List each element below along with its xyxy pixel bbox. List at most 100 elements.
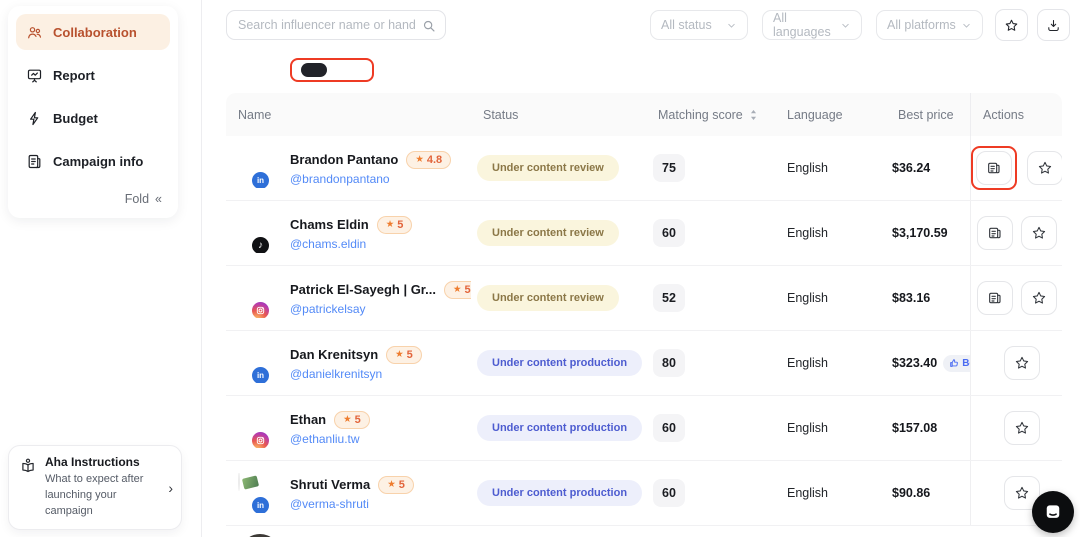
thumbs-up-icon (949, 358, 959, 368)
influencer-handle[interactable]: @danielkrenitsyn (290, 367, 422, 381)
sidebar-item-collaboration[interactable]: Collaboration (16, 14, 170, 50)
actions-cell (970, 201, 1062, 265)
influencer-name: Patrick El-Sayegh | Gr... (290, 282, 436, 297)
linkedin-badge-icon: in (250, 495, 271, 513)
favorite-button[interactable] (1021, 281, 1057, 315)
actions-cell (970, 331, 1062, 395)
content-review-button[interactable] (977, 281, 1013, 315)
column-header-language: Language (775, 108, 886, 122)
filter-dropdown[interactable]: All languages (762, 10, 862, 40)
chat-icon (1043, 502, 1063, 522)
content-review-button[interactable] (976, 151, 1012, 185)
influencer-handle[interactable]: @patrickelsay (290, 302, 471, 316)
rating-value: 5 (397, 219, 403, 231)
star-icon (1037, 160, 1053, 176)
fold-button[interactable]: Fold « (16, 186, 170, 210)
favorite-button[interactable] (1021, 216, 1057, 250)
influencer-name: Dan Krenitsyn (290, 347, 378, 362)
filter-dropdown[interactable]: All status (650, 10, 748, 40)
rating-badge: ★ 5 (334, 411, 370, 429)
tiktok-badge-icon: ♪ (250, 235, 271, 253)
status-badge: Under content production (477, 350, 642, 376)
influencer-name: Ethan (290, 412, 326, 427)
star-icon: ★ (453, 284, 462, 295)
status-badge: Under content production (477, 480, 642, 506)
status-badge: Under content production (477, 415, 642, 441)
tab[interactable] (301, 63, 327, 77)
people-icon (26, 24, 43, 41)
favorite-button[interactable] (1004, 346, 1040, 380)
instagram-badge-icon (250, 430, 271, 448)
influencer-handle[interactable]: @verma-shruti (290, 497, 414, 511)
sidebar-menu: Collaboration Report Budget (8, 6, 178, 218)
table-row: Ethan ★ 5 @ethanliu.tw Under content pro… (226, 396, 1062, 461)
star-icon: ★ (415, 154, 424, 165)
sidebar: Collaboration Report Budget (0, 0, 202, 537)
avatar (238, 473, 240, 491)
matching-score: 80 (653, 349, 685, 377)
actions-cell (970, 266, 1062, 330)
annotation-box-action (971, 146, 1017, 190)
aha-instructions-card[interactable]: Aha Instructions What to expect after la… (8, 445, 182, 530)
favorites-filter-button[interactable] (995, 9, 1028, 41)
tabs-row (238, 52, 390, 88)
content-review-button[interactable] (977, 216, 1013, 250)
table-row-partial (226, 526, 1062, 537)
rating-value: 5 (399, 479, 405, 491)
influencer-handle[interactable]: @chams.eldin (290, 237, 412, 251)
best-price-badge-label: Be (962, 358, 970, 369)
chevron-down-icon (840, 20, 851, 31)
language-value: English (775, 161, 886, 175)
status-badge: Under content review (477, 285, 619, 311)
matching-score: 52 (653, 284, 685, 312)
name-cell: in Dan Krenitsyn ★ 5 @danielkrenitsyn (226, 343, 471, 383)
table-row: in Shruti Verma ★ 5 @verma-shruti Under … (226, 461, 1062, 526)
table-body: in Brandon Pantano ★ 4.8 @brandonpantano… (226, 136, 1062, 526)
influencer-table: Name Status Matching score Language Best… (226, 93, 1062, 537)
sort-icon[interactable] (749, 109, 758, 121)
best-price-value: $36.24 (892, 161, 930, 175)
matching-score: 60 (653, 219, 685, 247)
search-box (226, 10, 446, 40)
influencer-handle[interactable]: @ethanliu.tw (290, 432, 370, 446)
star-icon (1014, 420, 1030, 436)
language-value: English (775, 421, 886, 435)
influencer-name: Brandon Pantano (290, 152, 398, 167)
sidebar-item-report[interactable]: Report (16, 57, 170, 93)
column-header-status: Status (471, 108, 646, 122)
status-badge: Under content review (477, 220, 619, 246)
rating-badge: ★ 5 (377, 216, 413, 234)
chat-widget-button[interactable] (1032, 491, 1074, 533)
search-input[interactable] (227, 11, 445, 39)
table-header: Name Status Matching score Language Best… (226, 93, 1062, 136)
star-icon (1014, 485, 1030, 501)
matching-score: 75 (653, 154, 685, 182)
name-cell: Patrick El-Sayegh | Gr... ★ 5 @patrickel… (226, 278, 471, 318)
name-cell: ♪ Chams Eldin ★ 5 @chams.eldin (226, 213, 471, 253)
export-button[interactable] (1037, 9, 1070, 41)
sidebar-menu-items: Collaboration Report Budget (16, 14, 170, 179)
best-price-value: $3,170.59 (892, 226, 948, 240)
chevron-down-icon (961, 20, 972, 31)
chevron-right-icon: › (168, 480, 173, 496)
filter-group: All status All languages All platforms (650, 10, 983, 40)
actions-cell (970, 396, 1062, 460)
table-row: in Dan Krenitsyn ★ 5 @danielkrenitsyn Un… (226, 331, 1062, 396)
fold-chevrons-icon: « (155, 192, 162, 206)
influencer-handle[interactable]: @brandonpantano (290, 172, 451, 186)
star-icon (1014, 355, 1030, 371)
favorite-button[interactable] (1004, 411, 1040, 445)
search-icon (422, 19, 436, 33)
filter-dropdown[interactable]: All platforms (876, 10, 983, 40)
help-card-subtitle: What to expect after launching your camp… (45, 472, 160, 520)
table-row: in Brandon Pantano ★ 4.8 @brandonpantano… (226, 136, 1062, 201)
best-price-value: $90.86 (892, 486, 930, 500)
table-row: Patrick El-Sayegh | Gr... ★ 5 @patrickel… (226, 266, 1062, 331)
star-icon: ★ (343, 414, 352, 425)
language-value: English (775, 291, 886, 305)
sidebar-item-budget[interactable]: Budget (16, 100, 170, 136)
favorite-button[interactable] (1027, 151, 1062, 185)
report-board-icon (26, 67, 43, 84)
sidebar-item-campaign-info[interactable]: Campaign info (16, 143, 170, 179)
document-copy-icon (987, 290, 1003, 306)
